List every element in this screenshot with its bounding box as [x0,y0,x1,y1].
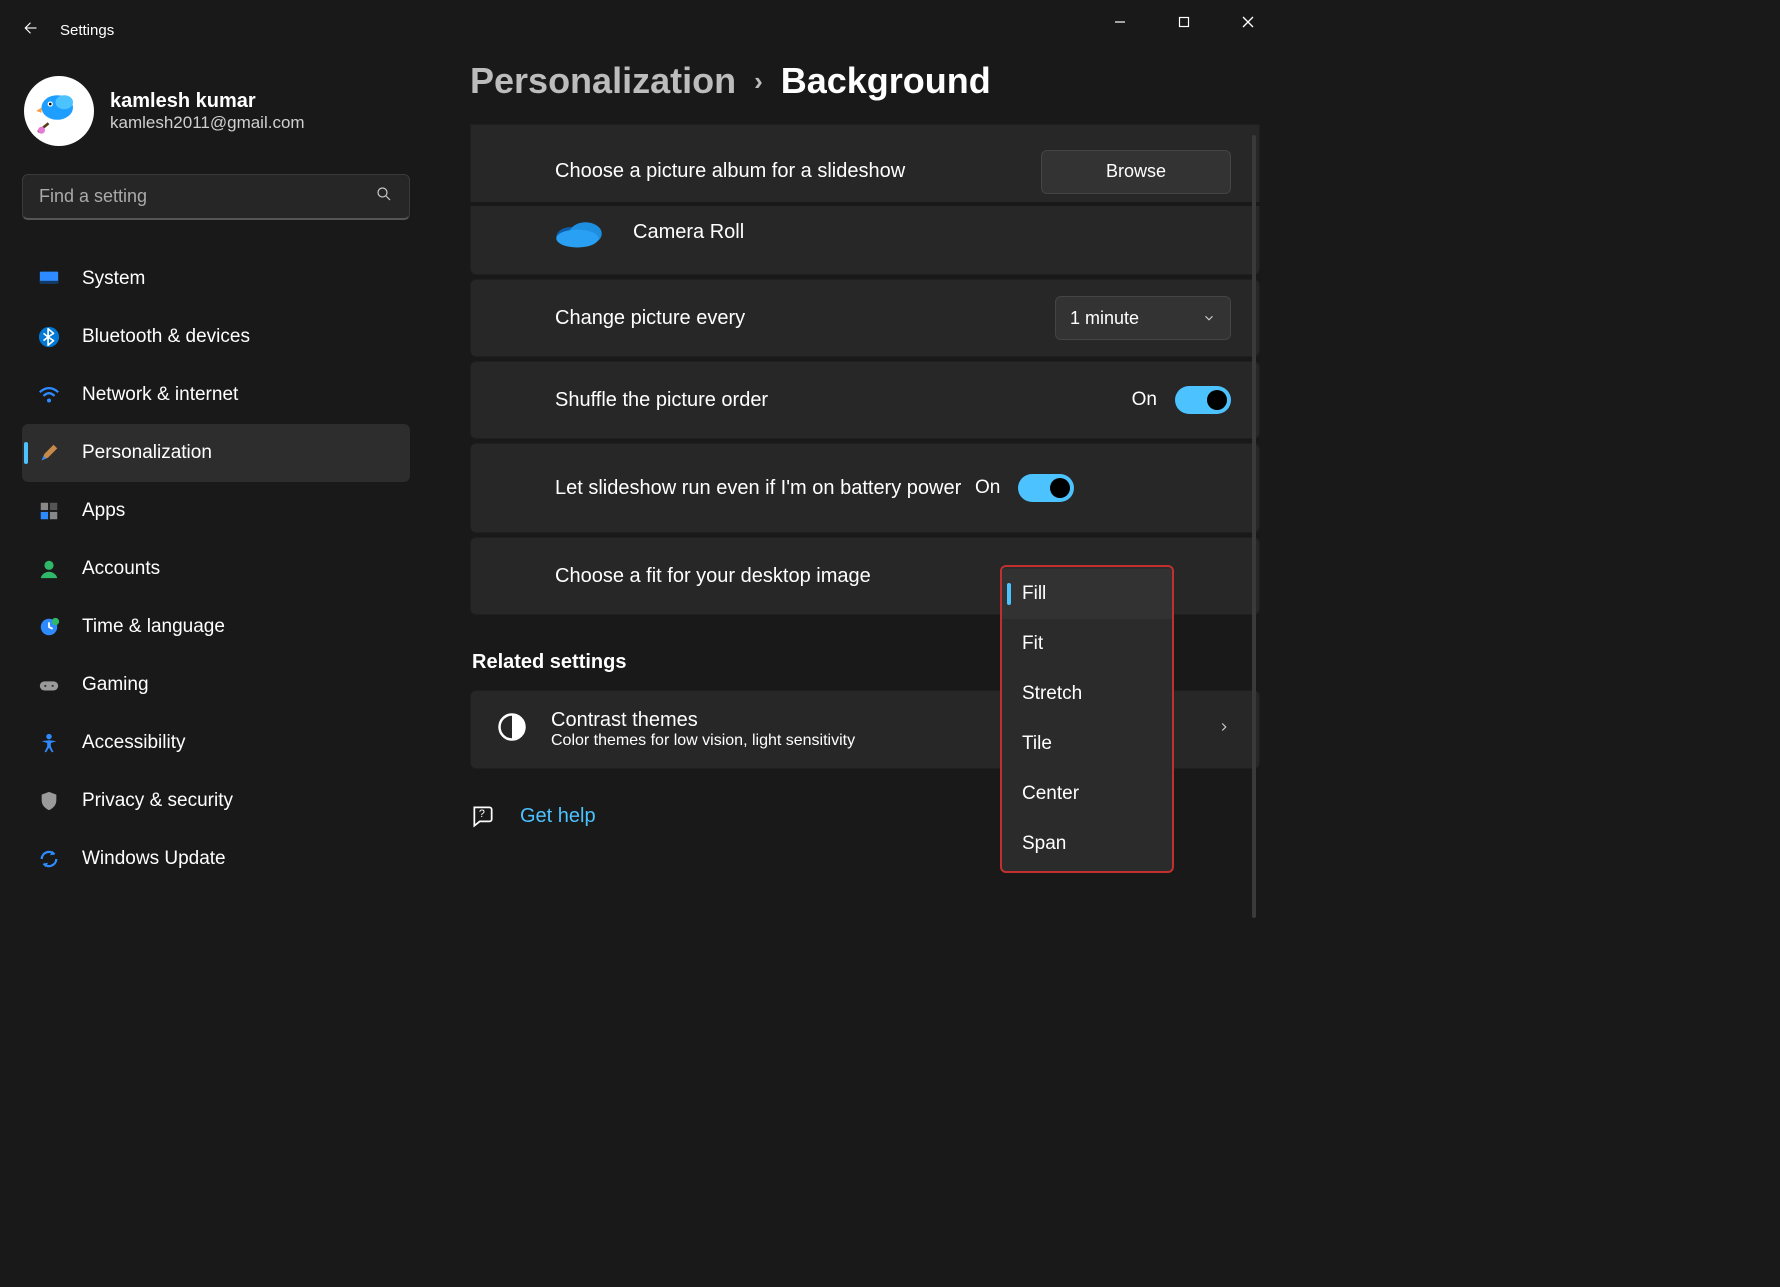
back-button[interactable] [20,19,38,42]
sidebar-item-gaming[interactable]: Gaming [22,656,410,714]
sidebar-item-system[interactable]: System [22,250,410,308]
breadcrumb-parent[interactable]: Personalization [470,60,736,102]
window-controls [1088,0,1280,44]
chevron-right-icon: › [754,66,763,97]
chevron-right-icon [1217,720,1231,739]
sidebar-item-windows-update[interactable]: Windows Update [22,830,410,888]
onedrive-icon [553,214,605,250]
sidebar-item-personalization[interactable]: Personalization [22,424,410,482]
browse-button[interactable]: Browse [1041,150,1231,194]
close-button[interactable] [1216,0,1280,44]
sidebar-item-label: Bluetooth & devices [82,326,250,348]
album-row[interactable]: Camera Roll [470,206,1260,275]
choose-album-label: Choose a picture album for a slideshow [555,160,1041,183]
fit-dropdown-menu: Fill Fit Stretch Tile Center Span [1000,565,1174,873]
change-every-value: 1 minute [1070,308,1139,329]
person-icon [36,558,62,580]
user-name: kamlesh kumar [110,90,305,113]
panel-battery: Let slideshow run even if I'm on battery… [470,443,1260,533]
search-input[interactable] [39,186,375,207]
user-account-button[interactable]: kamlesh kumar kamlesh2011@gmail.com [22,76,410,146]
sidebar-item-privacy[interactable]: Privacy & security [22,772,410,830]
fit-option-center[interactable]: Center [1002,769,1172,819]
app-title: Settings [60,22,114,39]
sidebar-item-apps[interactable]: Apps [22,482,410,540]
system-icon [36,268,62,290]
sidebar-item-label: Time & language [82,616,225,638]
sidebar-item-label: System [82,268,145,290]
sidebar-item-label: Accounts [82,558,160,580]
battery-label: Let slideshow run even if I'm on battery… [555,477,975,500]
battery-toggle[interactable] [1018,474,1074,502]
bluetooth-icon [36,326,62,348]
sidebar-item-label: Network & internet [82,384,238,406]
sidebar-item-label: Apps [82,500,125,522]
gamepad-icon [36,674,62,696]
content: Personalization › Background Choose a pi… [470,60,1260,926]
sidebar-item-accessibility[interactable]: Accessibility [22,714,410,772]
fit-option-tile[interactable]: Tile [1002,719,1172,769]
search-box[interactable] [22,174,410,220]
shield-icon [36,790,62,812]
help-link[interactable]: Get help [520,805,596,828]
accessibility-icon [36,732,62,754]
chevron-down-icon [1202,311,1216,325]
sidebar-item-label: Personalization [82,442,212,464]
shuffle-label: Shuffle the picture order [555,389,1132,412]
help-icon: ? [470,803,496,829]
clock-icon [36,616,62,638]
contrast-icon [497,712,527,747]
sidebar-item-label: Privacy & security [82,790,233,812]
panel-shuffle: Shuffle the picture order On [470,361,1260,439]
wifi-icon [36,384,62,406]
shuffle-state-text: On [1132,389,1157,411]
sidebar-item-bluetooth[interactable]: Bluetooth & devices [22,308,410,366]
sidebar-item-label: Accessibility [82,732,185,754]
shuffle-toggle[interactable] [1175,386,1231,414]
avatar [24,76,94,146]
sidebar: kamlesh kumar kamlesh2011@gmail.com Syst… [0,60,420,888]
user-email: kamlesh2011@gmail.com [110,113,305,133]
panel-change-every: Change picture every 1 minute [470,279,1260,357]
search-icon [375,185,393,208]
sidebar-item-accounts[interactable]: Accounts [22,540,410,598]
svg-text:?: ? [479,808,485,820]
minimize-button[interactable] [1088,0,1152,44]
apps-icon [36,500,62,522]
change-every-select[interactable]: 1 minute [1055,296,1231,340]
battery-state-text: On [975,477,1000,499]
fit-option-fill[interactable]: Fill [1002,569,1172,619]
scrollbar[interactable] [1252,135,1256,918]
album-source-label: Camera Roll [633,221,744,244]
sidebar-item-time-language[interactable]: Time & language [22,598,410,656]
fit-option-fit[interactable]: Fit [1002,619,1172,669]
sidebar-nav: System Bluetooth & devices Network & int… [22,250,410,888]
change-every-label: Change picture every [555,307,1055,330]
panel-choose-album: Choose a picture album for a slideshow B… [470,124,1260,202]
sidebar-item-network[interactable]: Network & internet [22,366,410,424]
fit-label: Choose a fit for your desktop image [555,565,1055,588]
fit-option-span[interactable]: Span [1002,819,1172,869]
sidebar-item-label: Windows Update [82,848,226,870]
maximize-button[interactable] [1152,0,1216,44]
page-title: Background [781,60,991,102]
paintbrush-icon [36,442,62,464]
fit-option-stretch[interactable]: Stretch [1002,669,1172,719]
update-icon [36,848,62,870]
sidebar-item-label: Gaming [82,674,149,696]
breadcrumb: Personalization › Background [470,60,1260,102]
